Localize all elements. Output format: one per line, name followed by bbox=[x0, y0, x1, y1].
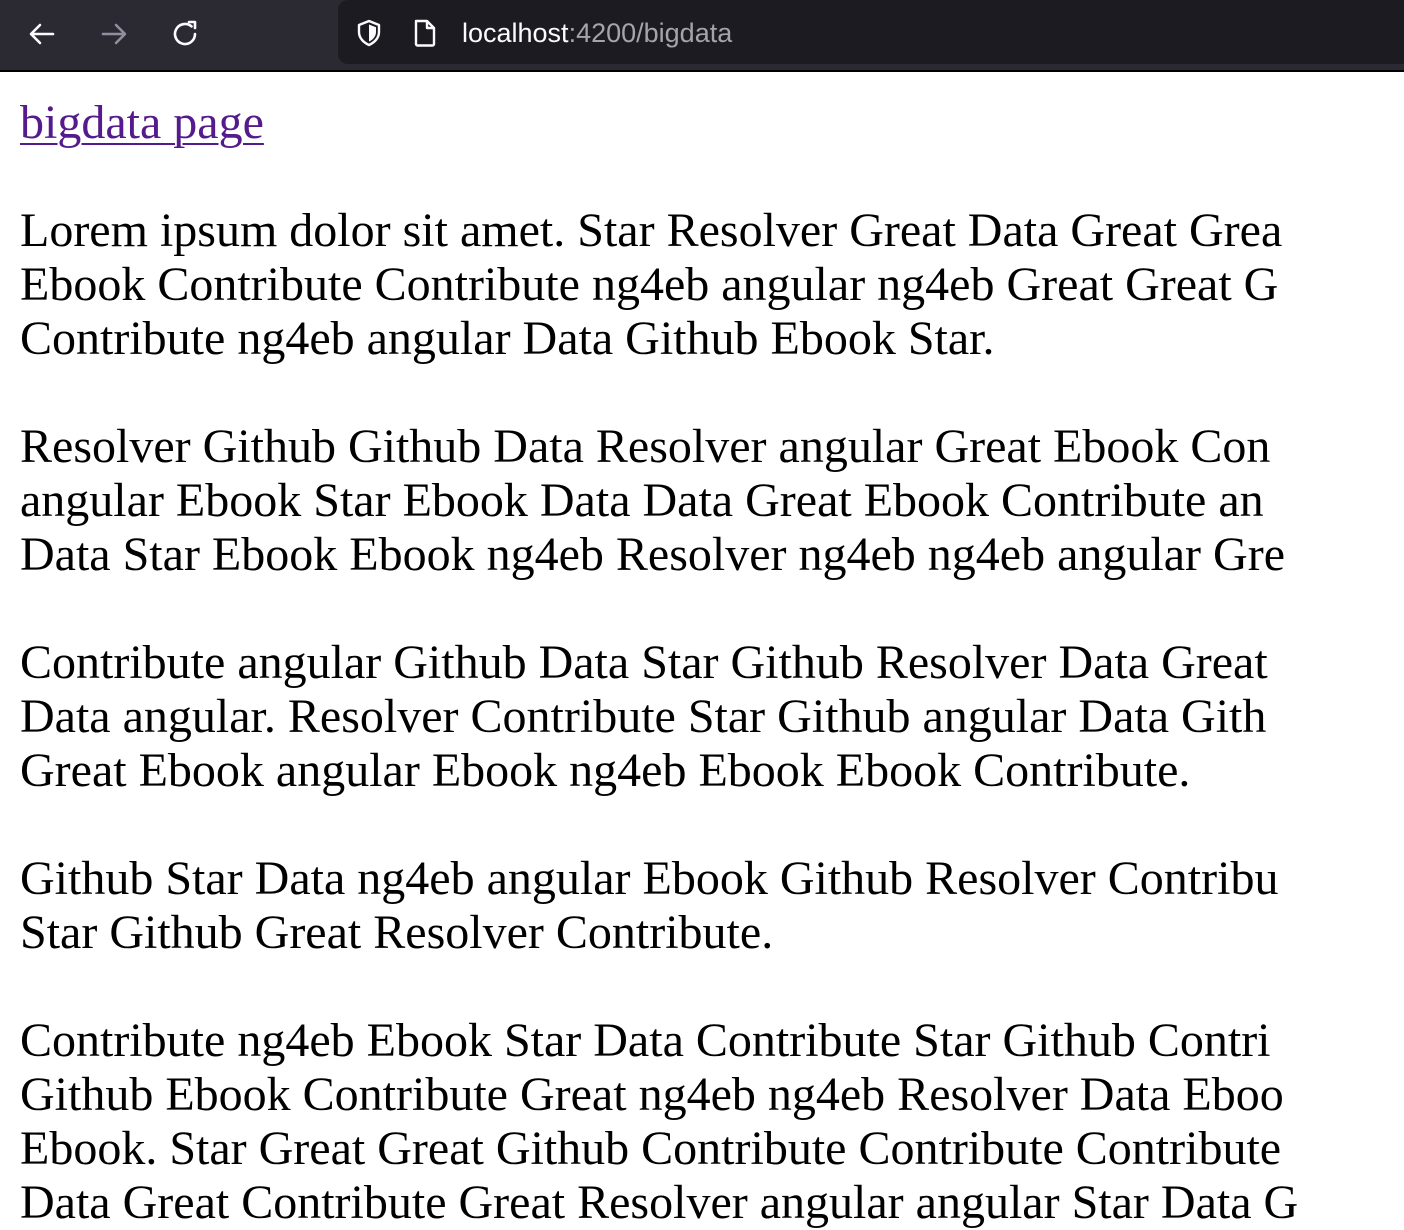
browser-toolbar: localhost:4200/bigdata bbox=[0, 0, 1404, 72]
shield-icon bbox=[357, 19, 381, 47]
paragraph-line: Great Ebook angular Ebook ng4eb Ebook Eb… bbox=[20, 744, 1191, 797]
page-content: bigdata page Lorem ipsum dolor sit amet.… bbox=[20, 96, 1404, 1230]
reload-button[interactable] bbox=[166, 14, 206, 54]
forward-button[interactable] bbox=[94, 14, 134, 54]
paragraph-line: Contribute angular Github Data Star Gith… bbox=[20, 636, 1268, 689]
reload-icon bbox=[173, 20, 197, 46]
page-info-icon bbox=[410, 18, 440, 48]
paragraph-4: Github Star Data ng4eb angular Ebook Git… bbox=[20, 852, 1404, 960]
paragraph-line: Data angular. Resolver Contribute Star G… bbox=[20, 690, 1267, 743]
paragraph-line: Ebook Contribute Contribute ng4eb angula… bbox=[20, 258, 1279, 311]
paragraph-1: Lorem ipsum dolor sit amet. Star Resolve… bbox=[20, 204, 1404, 366]
paragraph-5: Contribute ng4eb Ebook Star Data Contrib… bbox=[20, 1014, 1404, 1230]
paragraph-line: Lorem ipsum dolor sit amet. Star Resolve… bbox=[20, 204, 1283, 257]
address-bar[interactable]: localhost:4200/bigdata bbox=[338, 0, 1404, 64]
paragraph-2: Resolver Github Github Data Resolver ang… bbox=[20, 420, 1404, 582]
arrow-left-icon bbox=[29, 23, 55, 45]
url-host: localhost bbox=[462, 18, 569, 48]
paragraph-3: Contribute angular Github Data Star Gith… bbox=[20, 636, 1404, 798]
paragraph-line: Star Github Great Resolver Contribute. bbox=[20, 906, 774, 959]
paragraph-line: Data Star Ebook Ebook ng4eb Resolver ng4… bbox=[20, 528, 1285, 581]
url-text[interactable]: localhost:4200/bigdata bbox=[462, 16, 732, 50]
paragraph-line: Data Great Contribute Great Resolver ang… bbox=[20, 1176, 1299, 1229]
paragraph-line: Contribute ng4eb Ebook Star Data Contrib… bbox=[20, 1014, 1271, 1067]
arrow-right-icon bbox=[101, 23, 127, 45]
back-button[interactable] bbox=[22, 14, 62, 54]
paragraph-line: Github Star Data ng4eb angular Ebook Git… bbox=[20, 852, 1279, 905]
paragraph-line: Resolver Github Github Data Resolver ang… bbox=[20, 420, 1271, 473]
site-security-button[interactable] bbox=[354, 18, 384, 48]
paragraph-line: angular Ebook Star Ebook Data Data Great… bbox=[20, 474, 1264, 527]
bigdata-page-link[interactable]: bigdata page bbox=[20, 96, 264, 150]
url-path: :4200/bigdata bbox=[568, 18, 733, 48]
page-icon bbox=[414, 19, 436, 47]
paragraph-line: Github Ebook Contribute Great ng4eb ng4e… bbox=[20, 1068, 1284, 1121]
paragraph-line: Contribute ng4eb angular Data Github Ebo… bbox=[20, 312, 995, 365]
paragraph-line: Ebook. Star Great Great Github Contribut… bbox=[20, 1122, 1282, 1175]
